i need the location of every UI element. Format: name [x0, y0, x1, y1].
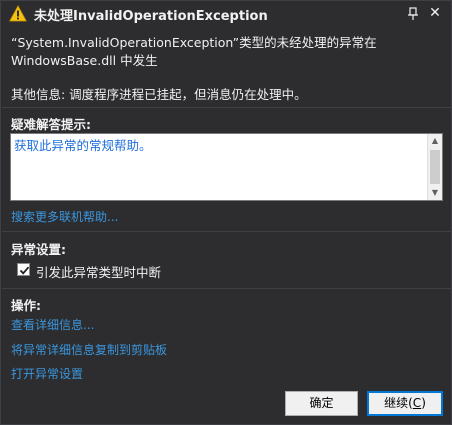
scroll-down-icon[interactable]: ▼ — [428, 186, 442, 200]
open-exception-settings-link[interactable]: 打开异常设置 — [11, 365, 83, 382]
tips-scrollbar[interactable]: ▲ ▼ — [427, 134, 442, 200]
divider — [2, 231, 452, 232]
search-online-help-link[interactable]: 搜索更多联机帮助... — [11, 208, 118, 225]
description-line-1: “System.InvalidOperationException”类型的未经处… — [11, 35, 377, 50]
view-details-link[interactable]: 查看详细信息... — [11, 316, 94, 333]
divider — [2, 107, 452, 108]
close-icon[interactable]: ✕ — [427, 5, 443, 21]
break-on-exception-label[interactable]: 引发此异常类型时中断 — [36, 262, 161, 281]
divider — [2, 288, 452, 289]
continue-access-key: C — [412, 396, 422, 410]
additional-info: 其他信息: 调度程序进程已挂起，但消息仍在处理中。 — [11, 87, 307, 102]
continue-label: 继续( — [384, 396, 413, 410]
continue-button[interactable]: 继续(C) — [367, 391, 443, 416]
troubleshooting-tips-box: 获取此异常的常规帮助。 ▲ ▼ — [10, 133, 443, 201]
title-bar: 未处理InvalidOperationException ✕ — [1, 1, 451, 27]
copy-details-link[interactable]: 将异常详细信息复制到剪贴板 — [11, 341, 167, 358]
ok-button[interactable]: 确定 — [285, 391, 358, 416]
scroll-thumb[interactable] — [430, 150, 440, 184]
general-help-link[interactable]: 获取此异常的常规帮助。 — [14, 135, 152, 154]
break-on-exception-checkbox[interactable] — [17, 263, 30, 276]
exception-settings-title: 异常设置: — [11, 242, 66, 257]
scroll-up-icon[interactable]: ▲ — [428, 134, 442, 148]
pin-icon[interactable] — [406, 7, 420, 21]
exception-description: “System.InvalidOperationException”类型的未经处… — [11, 34, 441, 70]
warning-icon — [9, 5, 27, 22]
description-line-2: WindowsBase.dll 中发生 — [11, 53, 158, 68]
actions-title: 操作: — [11, 298, 41, 313]
continue-label-suffix: ) — [421, 396, 426, 410]
dialog-title: 未处理InvalidOperationException — [34, 9, 268, 24]
troubleshooting-title: 疑难解答提示: — [11, 117, 91, 132]
exception-dialog: 未处理InvalidOperationException ✕ “System.I… — [0, 0, 452, 425]
